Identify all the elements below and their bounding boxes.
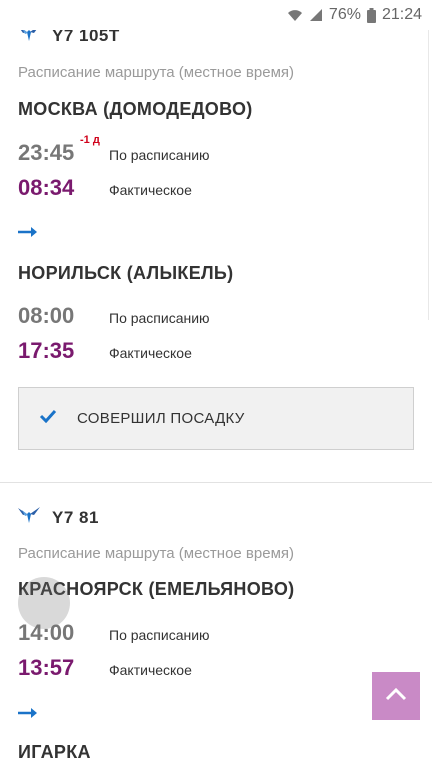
scheduled-label: По расписанию xyxy=(109,627,210,643)
actual-label: Фактическое xyxy=(109,662,192,678)
origin-scheduled-time: 23:45 xyxy=(18,140,75,165)
schedule-caption: Расписание маршрута (местное время) xyxy=(18,545,295,562)
battery-icon xyxy=(366,7,376,23)
signal-icon xyxy=(309,8,323,22)
flight-status-text: СОВЕРШИЛ ПОСАДКУ xyxy=(77,410,245,427)
arrow-right-icon xyxy=(18,225,38,243)
scheduled-label: По расписанию xyxy=(109,310,210,326)
checkmark-icon xyxy=(39,409,57,428)
clock: 21:24 xyxy=(381,6,422,23)
arrow-right-icon xyxy=(18,706,38,724)
schedule-caption: Расписание маршрута (местное время) xyxy=(18,64,295,81)
scroll-to-top-button[interactable] xyxy=(372,672,420,720)
flight-number: Y7 81 xyxy=(52,507,99,527)
actual-label: Фактическое xyxy=(109,182,192,198)
battery-percent: 76% xyxy=(328,6,361,23)
touch-ripple xyxy=(18,577,70,629)
actual-label: Фактическое xyxy=(109,345,192,361)
flight-header: Y7 81 xyxy=(18,506,99,529)
destination-scheduled-time: 08:00 xyxy=(18,303,75,328)
destination-city: НОРИЛЬСК (АЛЫКЕЛЬ) xyxy=(18,263,234,283)
scheduled-label: По расписанию xyxy=(109,147,210,163)
flight-status-box: СОВЕРШИЛ ПОСАДКУ xyxy=(18,387,414,450)
destination-actual-time: 17:35 xyxy=(18,338,75,363)
origin-city: МОСКВА (ДОМОДЕДОВО) xyxy=(18,99,253,119)
wifi-icon xyxy=(287,8,303,22)
card-divider xyxy=(0,482,432,483)
status-bar: 76% 21:24 xyxy=(0,0,432,30)
scroll-indicator xyxy=(428,30,432,320)
airline-logo-icon xyxy=(18,506,40,529)
flight-list[interactable]: Y7 105T Расписание маршрута (местное вре… xyxy=(0,0,432,768)
origin-actual-time: 13:57 xyxy=(18,655,75,680)
chevron-up-icon xyxy=(385,687,407,706)
origin-actual-time: 08:34 xyxy=(18,175,75,200)
day-shift-badge: -1 д xyxy=(80,134,100,146)
destination-city: ИГАРКА xyxy=(18,742,91,762)
